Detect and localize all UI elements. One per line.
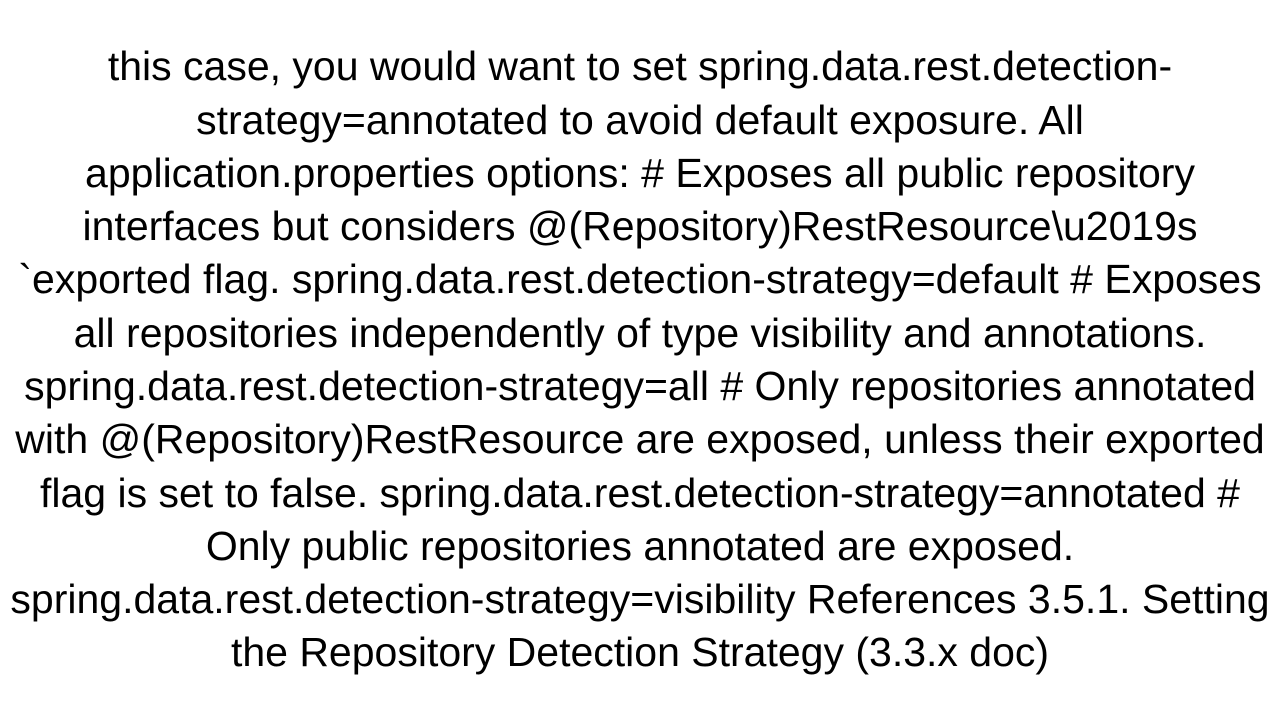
document-body-text: this case, you would want to set spring.… xyxy=(10,40,1270,680)
